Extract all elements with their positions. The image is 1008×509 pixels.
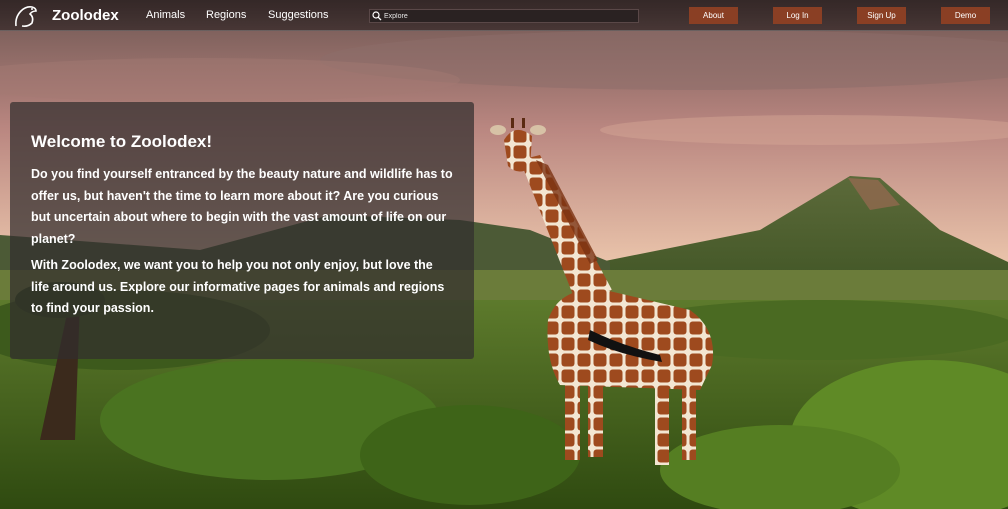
welcome-paragraph-2: With Zoolodex, we want you to help you n… bbox=[31, 258, 445, 315]
brand-name[interactable]: Zoolodex bbox=[52, 7, 119, 24]
nav-link-regions[interactable]: Regions bbox=[206, 9, 246, 21]
search-icon[interactable] bbox=[370, 9, 384, 23]
dinosaur-logo-icon[interactable] bbox=[12, 2, 40, 30]
search-input[interactable] bbox=[384, 10, 624, 22]
welcome-panel: Welcome to Zoolodex! Do you find yoursel… bbox=[10, 102, 474, 359]
nav-link-animals[interactable]: Animals bbox=[146, 9, 185, 21]
about-button[interactable]: About bbox=[689, 7, 738, 24]
demo-button[interactable]: Demo bbox=[941, 7, 990, 24]
search-bar bbox=[369, 9, 639, 23]
login-button[interactable]: Log In bbox=[773, 7, 822, 24]
welcome-paragraph-1: Do you find yourself entranced by the be… bbox=[31, 167, 453, 246]
nav-link-suggestions[interactable]: Suggestions bbox=[268, 9, 329, 21]
top-navbar: Zoolodex Animals Regions Suggestions Abo… bbox=[0, 0, 1008, 31]
signup-button[interactable]: Sign Up bbox=[857, 7, 906, 24]
welcome-title: Welcome to Zoolodex! bbox=[31, 132, 213, 151]
